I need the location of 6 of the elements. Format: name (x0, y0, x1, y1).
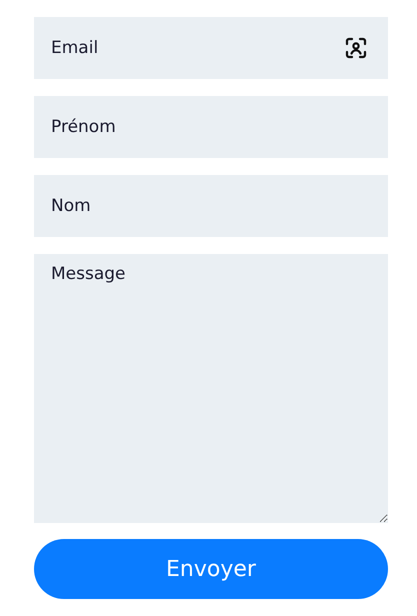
person-scan-icon[interactable] (344, 36, 368, 60)
send-button[interactable]: Envoyer (34, 539, 388, 599)
input-field[interactable]: Email (34, 17, 388, 79)
message-field[interactable]: Message (34, 254, 388, 523)
input-field[interactable]: Nom (34, 175, 388, 237)
input-field[interactable]: Prénom (34, 96, 388, 158)
